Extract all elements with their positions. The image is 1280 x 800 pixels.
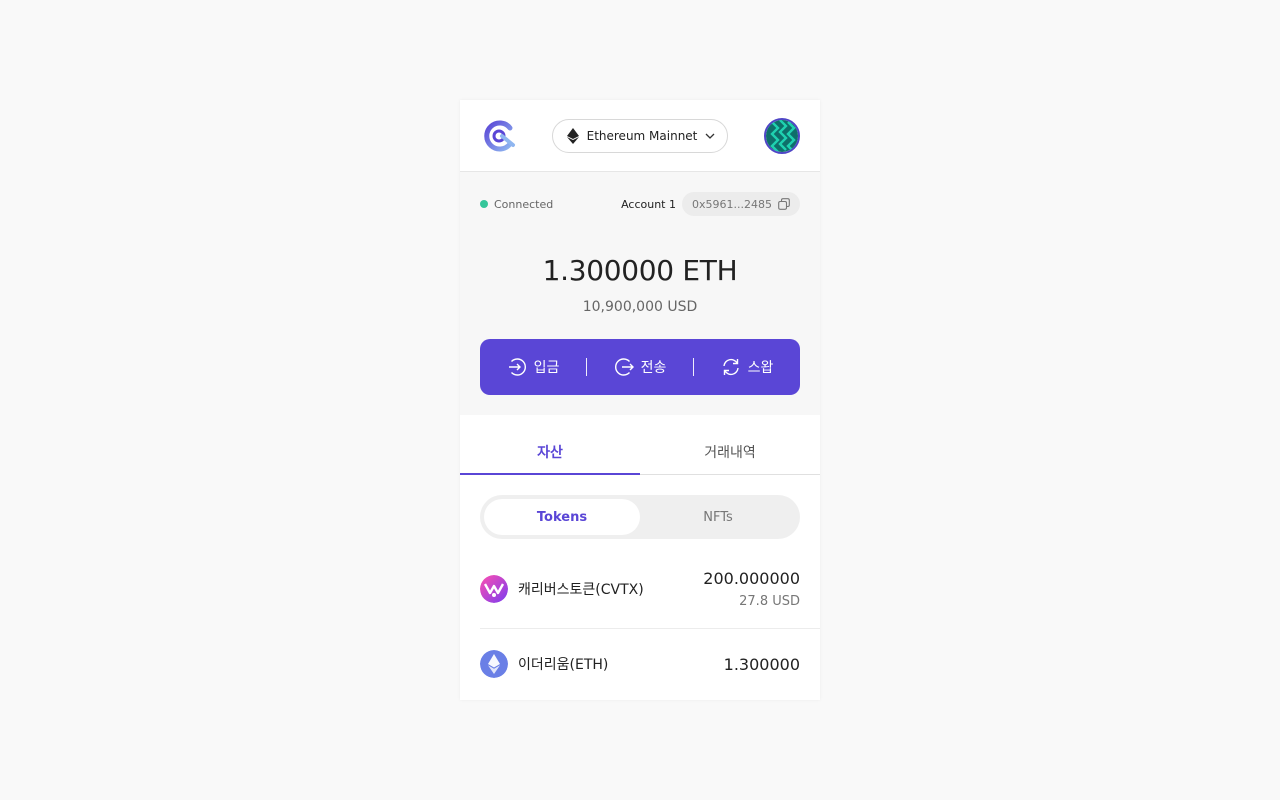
send-button[interactable]: 전송 <box>587 357 693 377</box>
action-bar: 입금 전송 스왑 <box>480 339 800 395</box>
wallet-panel: Ethereum Mainnet Connected Account 1 0x5… <box>460 100 820 700</box>
address-copy-chip[interactable]: 0x5961...2485 <box>682 192 800 216</box>
account-info: Account 1 0x5961...2485 <box>621 192 800 216</box>
usd-balance: 10,900,000 USD <box>582 299 698 315</box>
token-row-cvtx[interactable]: 캐리버스토큰(CVTX) 200.000000 27.8 USD <box>480 549 820 629</box>
token-amount: 1.300000 <box>723 654 800 674</box>
eth-balance: 1.300000 ETH <box>542 254 738 287</box>
swap-button[interactable]: 스왑 <box>694 357 800 377</box>
eth-token-icon <box>480 650 508 678</box>
network-label: Ethereum Mainnet <box>586 128 698 143</box>
token-values: 200.000000 27.8 USD <box>703 569 800 609</box>
token-info: 캐리버스토큰(CVTX) <box>480 574 644 603</box>
segment-wrapper: Tokens NFTs <box>460 475 820 539</box>
deposit-button[interactable]: 입금 <box>480 357 586 377</box>
account-avatar-icon <box>766 119 798 152</box>
connection-label: Connected <box>494 197 554 211</box>
main-tabs: 자산 거래내역 <box>460 415 820 475</box>
send-label: 전송 <box>640 360 667 376</box>
connected-dot-icon <box>480 200 488 208</box>
asset-type-toggle: Tokens NFTs <box>480 495 800 539</box>
status-row: Connected Account 1 0x5961...2485 <box>480 172 800 236</box>
send-icon <box>614 358 634 376</box>
token-list: 캐리버스토큰(CVTX) 200.000000 27.8 USD 이더리움(ET… <box>460 549 820 699</box>
cvtx-token-icon <box>480 574 508 603</box>
ethereum-icon <box>566 127 579 144</box>
tab-history[interactable]: 거래내역 <box>640 415 820 474</box>
curvy-logo-icon[interactable] <box>482 119 516 153</box>
chevron-down-icon <box>705 133 715 139</box>
deposit-label: 입금 <box>533 360 560 376</box>
tab-assets[interactable]: 자산 <box>460 415 640 475</box>
segment-tokens[interactable]: Tokens <box>484 499 640 535</box>
network-selector[interactable]: Ethereum Mainnet <box>551 118 729 153</box>
token-usd-value: 27.8 USD <box>739 593 800 609</box>
token-amount: 200.000000 <box>703 568 800 588</box>
copy-icon <box>778 198 790 210</box>
account-name: Account 1 <box>621 197 676 211</box>
token-name: 이더리움(ETH) <box>518 657 609 673</box>
token-row-eth[interactable]: 이더리움(ETH) 1.300000 <box>480 629 820 699</box>
connection-status: Connected <box>480 198 553 211</box>
deposit-icon <box>508 358 526 376</box>
action-divider <box>586 358 587 376</box>
swap-icon <box>722 358 739 376</box>
token-name: 캐리버스토큰(CVTX) <box>518 581 644 598</box>
segment-nfts[interactable]: NFTs <box>640 499 796 535</box>
token-values: 1.300000 <box>724 655 800 674</box>
balance-summary: Connected Account 1 0x5961...2485 1.3000… <box>460 172 820 415</box>
wallet-header: Ethereum Mainnet <box>460 100 820 172</box>
wallet-address: 0x5961...2485 <box>692 197 772 211</box>
action-divider <box>693 358 694 376</box>
token-info: 이더리움(ETH) <box>480 650 608 678</box>
account-avatar[interactable] <box>764 117 800 154</box>
swap-label: 스왑 <box>747 360 774 376</box>
